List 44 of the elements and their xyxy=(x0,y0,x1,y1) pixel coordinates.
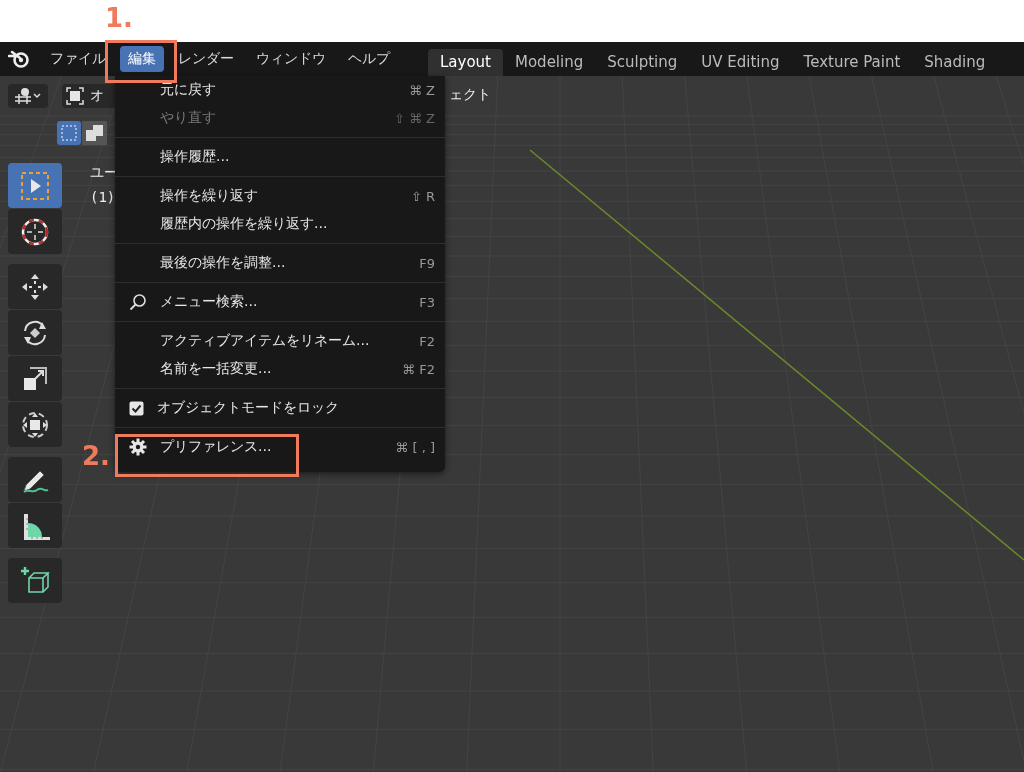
transform-icon xyxy=(20,409,50,440)
step-highlight-overlay xyxy=(105,40,177,83)
search-icon xyxy=(129,293,147,311)
menu-item[interactable]: アクティブアイテムをリネーム... F2 xyxy=(115,327,445,355)
add-cube-icon xyxy=(20,565,50,596)
workspace-tab[interactable]: Layout xyxy=(428,49,503,76)
tool-button[interactable] xyxy=(8,209,62,254)
cursor-icon xyxy=(20,216,50,247)
tool-button[interactable] xyxy=(8,264,62,309)
select-mode-icon[interactable] xyxy=(57,121,107,145)
workspace-tab[interactable]: Texture Paint xyxy=(791,49,913,76)
menu-bar-item[interactable]: 編集 xyxy=(120,46,164,72)
menu-bar-item[interactable]: ウィンドウ xyxy=(248,46,334,72)
menu-bar-item[interactable]: ファイル xyxy=(42,46,114,72)
menu-bar-item[interactable]: ヘルプ xyxy=(340,46,398,72)
viewport-info-text: (1) xyxy=(90,189,116,205)
menu-item[interactable]: 最後の操作を調整... F9 xyxy=(115,249,445,277)
menu-item[interactable]: 名前を一括変更... ⌘ F2 xyxy=(115,355,445,383)
tool-button[interactable] xyxy=(8,310,62,355)
menu-item[interactable]: メニュー検索... F3 xyxy=(115,288,445,316)
menu-bar-item[interactable]: レンダー xyxy=(170,46,242,72)
tool-button[interactable] xyxy=(8,402,62,447)
tool-button[interactable] xyxy=(8,356,62,401)
tool-button[interactable] xyxy=(8,457,62,502)
tool-button[interactable] xyxy=(8,503,62,548)
menu-item[interactable]: 操作を繰り返す ⇧ R xyxy=(115,182,445,210)
app-logo-icon xyxy=(8,50,30,68)
header-text: ェクト xyxy=(449,86,491,104)
menu-item[interactable]: 操作履歴... xyxy=(115,143,445,171)
workspace-tab[interactable]: Shading xyxy=(912,49,998,76)
workspace-tab[interactable]: UV Editing xyxy=(689,49,792,76)
step-number: 1. xyxy=(105,2,133,35)
step-number: 2. xyxy=(82,440,110,473)
checkbox[interactable] xyxy=(129,400,144,416)
settings-icon xyxy=(129,438,147,456)
menu-item[interactable]: オブジェクトモードをロック xyxy=(115,394,445,422)
menu-item[interactable]: 履歴内の操作を繰り返す... xyxy=(115,210,445,238)
tool-button[interactable] xyxy=(8,558,62,603)
editor-type-button[interactable] xyxy=(8,84,48,108)
axes-sphere-icon xyxy=(13,87,43,105)
workspace-tab[interactable]: Sculpting xyxy=(595,49,690,76)
select-box-icon xyxy=(20,170,50,201)
object-mode-icon xyxy=(66,87,84,105)
workspace-tab[interactable]: Modeling xyxy=(503,49,596,76)
